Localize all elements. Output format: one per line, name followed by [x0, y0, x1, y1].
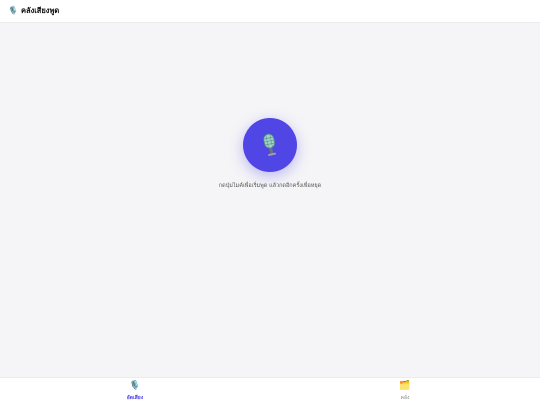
folder-icon: 🗂️ [399, 380, 411, 391]
bottom-nav: 🎙️ อัดเสียง 🗂️ คลัง [0, 377, 540, 405]
tab-record[interactable]: 🎙️ อัดเสียง [0, 378, 270, 405]
tab-library-label: คลัง [400, 394, 410, 401]
microphone-icon: 🎙️ [129, 380, 141, 391]
record-hint: กดปุ่มไมค์เพื่อเริ่มพูด แล้วกดอีกครั้งเพ… [218, 183, 322, 189]
tab-library[interactable]: 🗂️ คลัง [270, 378, 540, 405]
tab-record-label: อัดเสียง [126, 394, 144, 401]
header-bar: 🎙️ คลังเสียงพูด [0, 0, 540, 23]
page-title: คลังเสียงพูด [20, 6, 60, 15]
record-button[interactable] [243, 118, 297, 172]
microphone-icon: 🎙️ [8, 6, 18, 15]
microphone-icon [263, 133, 276, 156]
record-panel: กดปุ่มไมค์เพื่อเริ่มพูด แล้วกดอีกครั้งเพ… [0, 118, 540, 190]
